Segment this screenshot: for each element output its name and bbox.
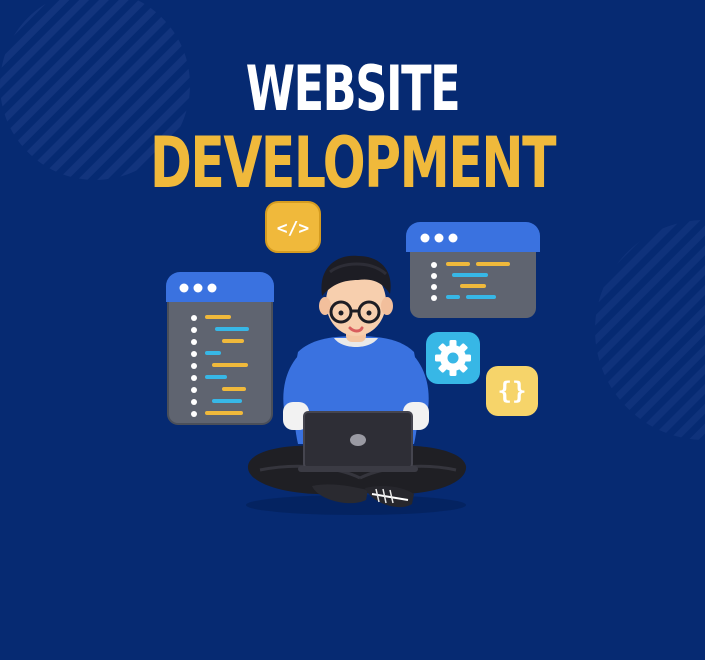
code-tag-icon: </> — [277, 218, 310, 239]
curly-braces-badge: {} — [486, 366, 538, 416]
code-tag-badge: </> — [265, 201, 321, 253]
right-code-window — [406, 222, 540, 318]
gear-badge — [426, 332, 480, 384]
laptop-icon — [298, 411, 418, 472]
window-dots-icon — [179, 283, 217, 293]
left-code-window — [166, 272, 274, 425]
gear-icon — [435, 340, 471, 376]
decorative-stripe-circle-right — [595, 220, 705, 440]
page-title-line2: DEVELOPMENT — [149, 122, 557, 204]
page-title-line1: WEBSITE — [245, 52, 461, 125]
curly-braces-icon: {} — [498, 377, 527, 405]
window-dots-icon — [420, 233, 458, 243]
illustration-canvas: </> {} WEBSITE DEVELOPMENT — [0, 0, 705, 660]
